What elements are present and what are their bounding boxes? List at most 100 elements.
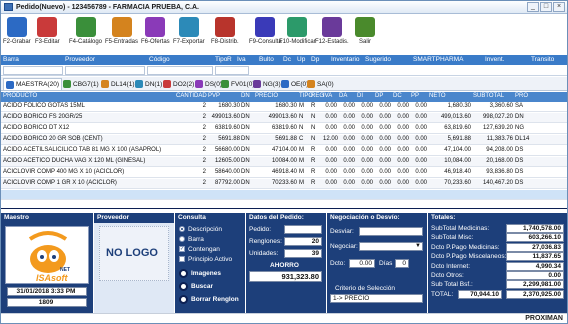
- table-cell: ACIDO BORICO FS 20GR/25: [3, 114, 83, 120]
- grid-col-header[interactable]: PP: [411, 93, 419, 99]
- catalog-toolbar-button[interactable]: F4-Catálogo: [69, 17, 102, 45]
- table-cell: 0.00: [415, 169, 427, 175]
- grid-col-header[interactable]: PRODUCTO: [3, 93, 37, 99]
- toolbar-label: F2-Grabar: [3, 39, 31, 45]
- maximize-button[interactable]: □: [540, 2, 552, 12]
- grid-col-header[interactable]: NETO: [429, 93, 446, 99]
- table-row[interactable]: ACIDO BORICO FS 20GR/25 2 499013.60 DN 49901…: [1, 113, 567, 123]
- dcto-field[interactable]: 0.00: [349, 259, 375, 268]
- grid-col-header[interactable]: DP: [375, 93, 383, 99]
- toolbar-label: F12-Estadis.: [315, 39, 349, 45]
- code-input[interactable]: [147, 66, 213, 75]
- table-cell: 63,819.60: [444, 125, 471, 131]
- search-mode-radio[interactable]: Barra: [179, 236, 204, 243]
- grid-col-header[interactable]: CANTIDAD: [176, 93, 207, 99]
- tab-sa0[interactable]: SA(0): [305, 78, 336, 90]
- stats-icon: [321, 17, 342, 37]
- table-cell: 2: [202, 125, 206, 131]
- desviar-select[interactable]: [359, 227, 423, 236]
- type-input[interactable]: [215, 66, 249, 75]
- tab-label: DO2(2): [173, 80, 195, 88]
- grid-col-header[interactable]: PRECIO: [255, 93, 278, 99]
- tab-do22[interactable]: DO2(2): [161, 78, 196, 90]
- tab-maestra20[interactable]: MAESTRA(20): [3, 78, 62, 90]
- export-toolbar-button[interactable]: F7-Exportar: [173, 17, 205, 45]
- new-row[interactable]: [1, 190, 567, 200]
- distributor-toolbar-button[interactable]: F8-Distrib.: [211, 17, 239, 45]
- total-value: 11,837.65: [506, 252, 564, 262]
- table-cell: 0.00: [361, 125, 373, 131]
- grid-col-header[interactable]: DA: [339, 93, 347, 99]
- table-cell: R: [311, 158, 316, 164]
- header-col-label: Dc: [283, 56, 291, 63]
- stats-toolbar-button[interactable]: F12-Estadis.: [315, 17, 349, 45]
- export-icon: [178, 17, 199, 37]
- offers-icon: [145, 17, 166, 37]
- exit-toolbar-button[interactable]: Salir: [355, 17, 375, 45]
- table-cell: 0.00: [415, 158, 427, 164]
- table-row[interactable]: ACIDO BORICO DT X12 2 63819.60 DN 63819.60 N N…: [1, 124, 567, 134]
- table-cell: DL14: [515, 136, 530, 142]
- table-cell: DN: [241, 103, 250, 109]
- grid-col-header[interactable]: PRO: [515, 93, 528, 99]
- table-row[interactable]: ACICLOVIR COMP 400 MG X 10 (ACICLOR) 2 586…: [1, 168, 567, 178]
- table-cell: 11,383.76: [486, 136, 513, 142]
- grid-col-header[interactable]: IVA: [323, 93, 332, 99]
- search-option-checkbox[interactable]: ✓ Contengan: [179, 246, 220, 253]
- table-row[interactable]: ACICLOVIR COMP 1 GR X 10 (ACICLOR) 2 87792…: [1, 179, 567, 189]
- table-cell: 20,168.00: [486, 158, 513, 164]
- grid-col-header[interactable]: DI: [357, 93, 363, 99]
- supplier-input[interactable]: [65, 66, 145, 75]
- search-option-checkbox[interactable]: Principio Activo: [179, 256, 232, 263]
- grid-col-header[interactable]: SUBTOTAL: [473, 93, 504, 99]
- search-mode-radio[interactable]: Descripción: [179, 226, 222, 233]
- total-value: 603,266.10: [506, 233, 564, 243]
- save-toolbar-button[interactable]: F2-Grabar: [3, 17, 31, 45]
- header-col-label: Bulto: [259, 56, 274, 63]
- table-row[interactable]: ACIDO FOLICO GOTAS 15ML 2 1680.30 DN 1680.30…: [1, 102, 567, 112]
- delete-row-button[interactable]: Borrar Renglon: [179, 294, 239, 304]
- offers-toolbar-button[interactable]: F6-Ofertas: [141, 17, 170, 45]
- tab-dl141[interactable]: DL14(1): [99, 78, 136, 90]
- negociar-select[interactable]: ▼: [359, 242, 423, 251]
- table-cell: 2: [202, 136, 206, 142]
- modify-toolbar-button[interactable]: F10-Modificar: [279, 17, 316, 45]
- toolbar-label: Salir: [358, 39, 371, 45]
- table-row[interactable]: ACIDO ACETICO DUCHA VAG X 120 ML (GINESA…: [1, 157, 567, 167]
- table-cell: 998,027.20: [482, 114, 513, 120]
- delete-row-icon: [179, 294, 188, 304]
- brand-name: ISAsoft: [36, 273, 68, 283]
- barcode-input[interactable]: [3, 66, 63, 75]
- edit-toolbar-button[interactable]: F3-Editar: [35, 17, 60, 45]
- minimize-button[interactable]: _: [527, 2, 539, 12]
- grid-col-header[interactable]: PVP: [208, 93, 220, 99]
- table-row[interactable]: ACIDO BORICO 20 GR SOB (CENT) 2 5691.88 DN 5…: [1, 135, 567, 145]
- window-title: Pedido(Nuevo) - 123456789 - FARMACIA PRU…: [16, 3, 199, 11]
- grid-col-header[interactable]: DC: [393, 93, 402, 99]
- grid-col-header[interactable]: DN: [241, 93, 250, 99]
- dias-field[interactable]: 0: [395, 259, 409, 268]
- tab-cbg71[interactable]: CBG7(1): [61, 78, 101, 90]
- master-icon: [6, 80, 14, 89]
- entries-toolbar-button[interactable]: F5-Entradas: [105, 17, 138, 45]
- radio-icon: [179, 226, 185, 233]
- close-button[interactable]: ×: [553, 2, 565, 12]
- tab-dn1[interactable]: DN(1): [133, 78, 164, 90]
- button-label: Buscar: [191, 282, 214, 290]
- criterio-select[interactable]: 1-> PRECIO: [330, 294, 423, 303]
- tab-ng3[interactable]: NG(3): [251, 78, 283, 90]
- images-button[interactable]: Imagenes: [179, 268, 221, 278]
- search-button[interactable]: Buscar: [179, 281, 213, 291]
- table-cell: M: [299, 147, 304, 153]
- table-cell: 0.00: [361, 136, 373, 142]
- grid-header: PRODUCTO CANTIDAD PVP DN PRECIO TIPO REG IVA DA D…: [1, 92, 567, 102]
- table-cell: 47,104.00: [444, 147, 471, 153]
- table-row[interactable]: ACIDO ACETILSALICILICO TAB 81 MG X 100 (…: [1, 146, 567, 156]
- distributor-icon: [214, 17, 235, 37]
- table-cell: 127,639.20: [482, 125, 513, 131]
- pedido-field[interactable]: [284, 225, 322, 234]
- bottom-panels: Maestro NET ISAsoft 31/01/2018 3:33 PM 1…: [1, 213, 567, 313]
- table-cell: 0.00: [379, 114, 391, 120]
- header-col-label: Código: [149, 56, 170, 63]
- query-toolbar-button[interactable]: F9-Consulta: [249, 17, 282, 45]
